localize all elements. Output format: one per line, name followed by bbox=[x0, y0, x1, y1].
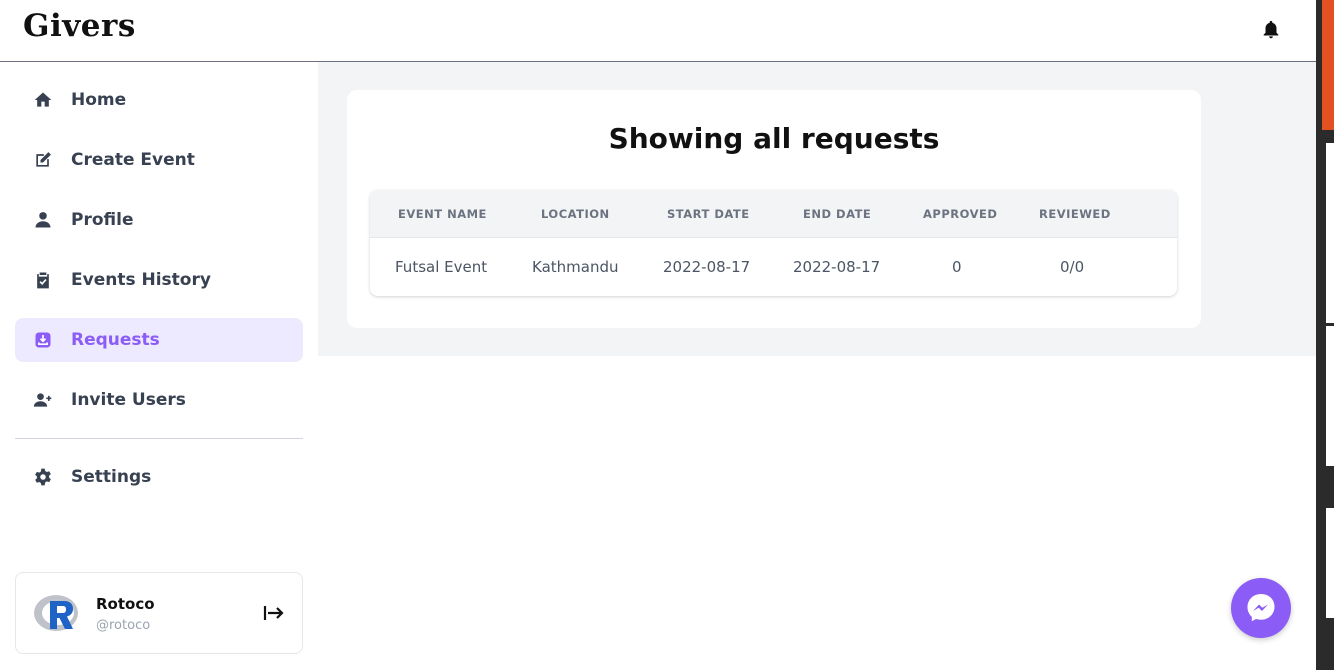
sidebar-item-events-history[interactable]: Events History bbox=[15, 258, 303, 302]
column-header-approved[interactable]: APPROVED bbox=[923, 207, 997, 221]
adjacent-window-panel bbox=[1326, 143, 1334, 323]
sidebar-item-label: Invite Users bbox=[71, 390, 186, 410]
logout-icon[interactable] bbox=[262, 601, 286, 625]
column-header-event-name[interactable]: EVENT NAME bbox=[398, 207, 487, 221]
cell-location: Kathmandu bbox=[532, 258, 619, 276]
sidebar-item-home[interactable]: Home bbox=[15, 78, 303, 122]
sidebar-item-label: Home bbox=[71, 90, 127, 110]
table-header: EVENT NAME LOCATION START DATE END DATE … bbox=[370, 190, 1177, 238]
sidebar: Home Create Event Profile Events History… bbox=[0, 62, 318, 670]
cell-start-date: 2022-08-17 bbox=[663, 258, 751, 276]
gear-icon bbox=[32, 466, 54, 488]
app-logo[interactable]: Givers bbox=[23, 8, 136, 44]
cell-reviewed: 0/0 bbox=[1060, 258, 1085, 276]
column-header-reviewed[interactable]: REVIEWED bbox=[1039, 207, 1111, 221]
column-header-end-date[interactable]: END DATE bbox=[803, 207, 871, 221]
sidebar-item-label: Profile bbox=[71, 210, 134, 230]
user-plus-icon bbox=[32, 389, 54, 411]
cell-approved: 0 bbox=[952, 258, 962, 276]
user-icon bbox=[32, 209, 54, 231]
sidebar-item-profile[interactable]: Profile bbox=[15, 198, 303, 242]
avatar[interactable] bbox=[32, 589, 82, 639]
column-header-location[interactable]: LOCATION bbox=[541, 207, 610, 221]
table-row[interactable]: Futsal Event Kathmandu 2022-08-17 2022-0… bbox=[370, 239, 1177, 296]
sidebar-item-settings[interactable]: Settings bbox=[15, 455, 303, 499]
sidebar-divider bbox=[15, 438, 303, 439]
column-header-start-date[interactable]: START DATE bbox=[667, 207, 750, 221]
inbox-download-icon bbox=[32, 329, 54, 351]
cell-event-name[interactable]: Futsal Event bbox=[395, 258, 487, 276]
sidebar-item-label: Settings bbox=[71, 467, 152, 487]
messenger-chat-button[interactable] bbox=[1231, 578, 1291, 638]
user-name: Rotoco bbox=[96, 595, 155, 613]
bell-icon[interactable] bbox=[1260, 18, 1282, 42]
cell-end-date: 2022-08-17 bbox=[793, 258, 881, 276]
requests-table: EVENT NAME LOCATION START DATE END DATE … bbox=[370, 190, 1177, 296]
clipboard-check-icon bbox=[32, 269, 54, 291]
sidebar-item-label: Create Event bbox=[71, 150, 195, 170]
user-handle: @rotoco bbox=[96, 618, 151, 633]
user-card[interactable]: Rotoco @rotoco bbox=[15, 572, 303, 654]
home-icon bbox=[32, 89, 54, 111]
edit-icon bbox=[32, 149, 54, 171]
sidebar-item-invite-users[interactable]: Invite Users bbox=[15, 378, 303, 422]
adjacent-window-edge bbox=[1316, 0, 1334, 670]
adjacent-window-accent bbox=[1322, 0, 1334, 130]
messenger-icon bbox=[1247, 594, 1275, 622]
top-header: Givers bbox=[0, 0, 1316, 62]
adjacent-window-panel bbox=[1326, 508, 1334, 618]
sidebar-item-requests[interactable]: Requests bbox=[15, 318, 303, 362]
adjacent-window-panel bbox=[1326, 326, 1334, 466]
sidebar-item-create-event[interactable]: Create Event bbox=[15, 138, 303, 182]
sidebar-item-label: Events History bbox=[71, 270, 211, 290]
sidebar-item-label: Requests bbox=[71, 330, 160, 350]
page-title: Showing all requests bbox=[608, 122, 940, 155]
